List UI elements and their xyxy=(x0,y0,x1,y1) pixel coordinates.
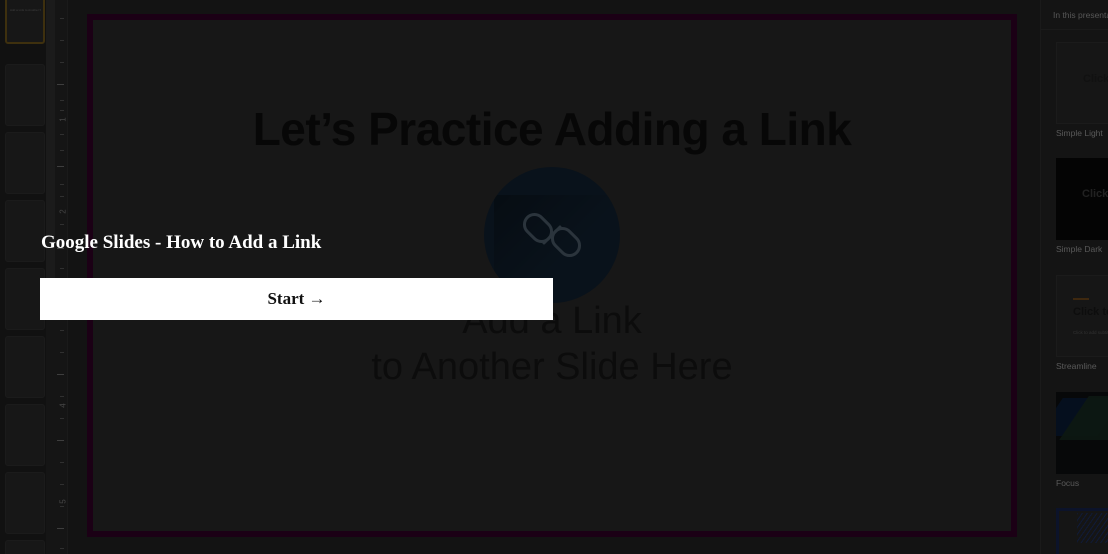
app-root: Let's Practice Adding a Link Add a Link … xyxy=(0,0,1108,554)
overlay-title: Google Slides - How to Add a Link xyxy=(41,232,322,253)
start-button[interactable]: Start → xyxy=(40,278,553,320)
dim-overlay xyxy=(0,0,1108,554)
